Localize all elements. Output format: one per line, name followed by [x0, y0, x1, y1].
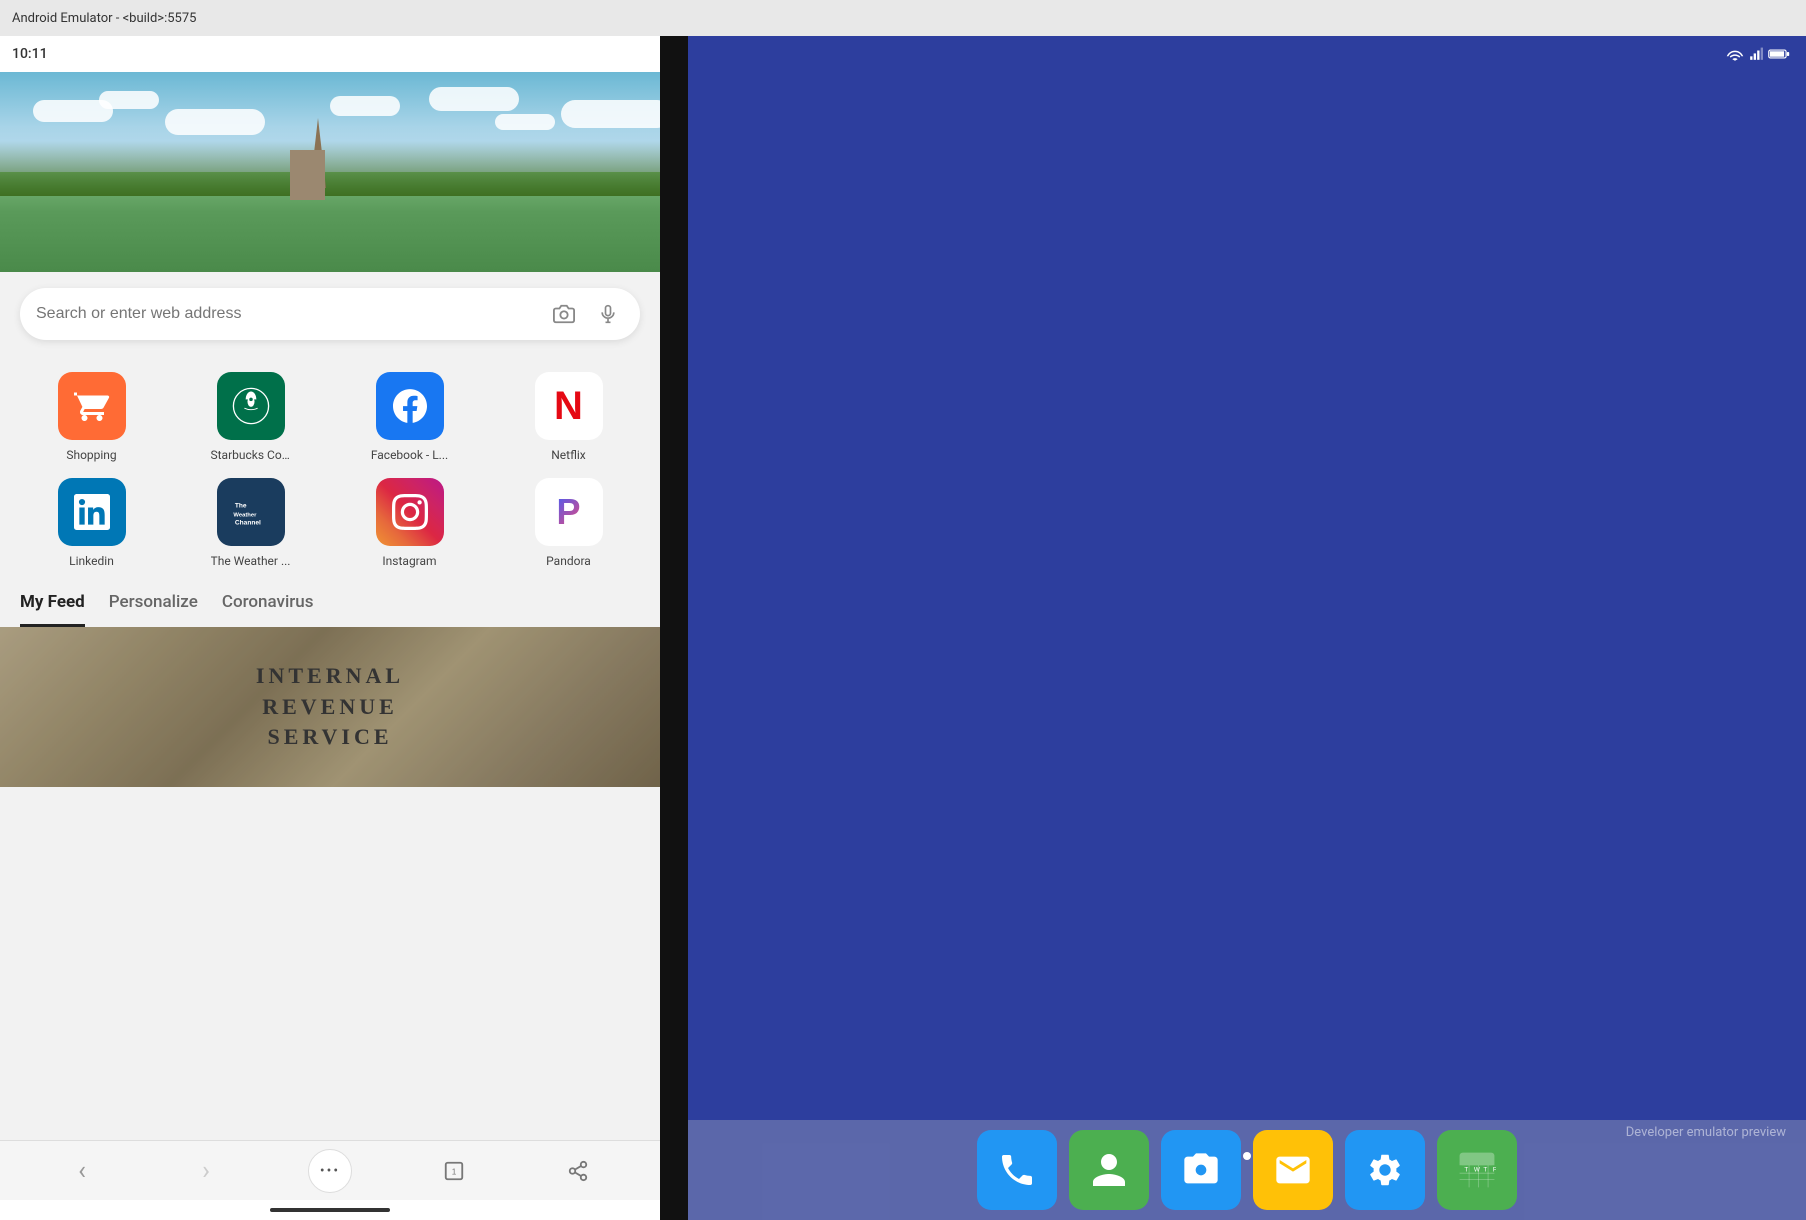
menu-dots-button[interactable]: ••• — [308, 1149, 352, 1193]
svg-text:Weather: Weather — [233, 512, 257, 518]
share-button[interactable] — [556, 1149, 600, 1193]
svg-text:The: The — [234, 503, 246, 510]
netflix-icon: N — [535, 372, 603, 440]
hero-image — [0, 72, 660, 272]
svg-text:F: F — [1493, 1167, 1496, 1174]
facebook-label: Facebook - L... — [371, 448, 448, 462]
taskbar-calendar[interactable]: T W T F — [1437, 1130, 1517, 1210]
tab-coronavirus[interactable]: Coronavirus — [222, 592, 314, 627]
quick-link-netflix[interactable]: N Netflix — [497, 372, 640, 462]
facebook-icon — [376, 372, 444, 440]
developer-preview-text: Developer emulator preview — [1626, 1125, 1786, 1140]
shopping-icon — [58, 372, 126, 440]
svg-text:1: 1 — [452, 1167, 457, 1176]
tab-personalize[interactable]: Personalize — [109, 592, 198, 627]
feed-tabs: My Feed Personalize Coronavirus — [0, 584, 660, 627]
browser-panel: 10:11 — [0, 36, 660, 1220]
android-status-bar — [688, 36, 1806, 72]
quick-links: Shopping — [0, 356, 660, 584]
browser-content[interactable]: Shopping — [0, 72, 660, 1140]
desktop-area — [688, 72, 1806, 1120]
search-bar-container — [0, 272, 660, 356]
tabs-button[interactable]: 1 — [432, 1149, 476, 1193]
forward-button[interactable]: › — [184, 1149, 228, 1193]
linkedin-label: Linkedin — [69, 554, 114, 568]
irs-text: INTERNAL REVENUE SERVICE — [256, 661, 404, 753]
quick-link-facebook[interactable]: Facebook - L... — [338, 372, 481, 462]
svg-text:Channel: Channel — [234, 519, 260, 526]
weather-label: The Weather ... — [211, 554, 291, 568]
quick-links-grid: Shopping — [20, 372, 640, 568]
dot-indicator — [1243, 1152, 1251, 1160]
svg-text:T: T — [1464, 1167, 1468, 1174]
home-indicator — [0, 1200, 660, 1220]
back-button[interactable]: ‹ — [60, 1149, 104, 1193]
taskbar-settings[interactable] — [1345, 1130, 1425, 1210]
quick-link-linkedin[interactable]: Linkedin — [20, 478, 163, 568]
quick-link-instagram[interactable]: Instagram — [338, 478, 481, 568]
camera-search-icon[interactable] — [548, 298, 580, 330]
search-input[interactable] — [36, 305, 536, 323]
svg-text:T: T — [1483, 1167, 1487, 1174]
starbucks-icon — [217, 372, 285, 440]
shopping-label: Shopping — [66, 448, 116, 462]
android-desktop: Developer emulator preview — [688, 36, 1806, 1220]
quick-link-shopping[interactable]: Shopping — [20, 372, 163, 462]
trees — [0, 141, 660, 196]
starbucks-label: Starbucks Co... — [211, 448, 291, 462]
taskbar-facetime[interactable] — [1069, 1130, 1149, 1210]
feed-image: INTERNAL REVENUE SERVICE — [0, 627, 660, 787]
tab-myfeed[interactable]: My Feed — [20, 592, 85, 627]
instagram-icon — [376, 478, 444, 546]
pandora-icon: P — [535, 478, 603, 546]
microphone-icon[interactable] — [592, 298, 624, 330]
svg-text:W: W — [1474, 1167, 1480, 1174]
feed-content: INTERNAL REVENUE SERVICE — [0, 627, 660, 807]
netflix-label: Netflix — [551, 448, 586, 462]
status-icons — [1726, 47, 1790, 61]
time-display: 10:11 — [12, 46, 48, 62]
linkedin-icon — [58, 478, 126, 546]
quick-link-pandora[interactable]: P Pandora — [497, 478, 640, 568]
status-bar: 10:11 — [0, 36, 660, 72]
title-bar-text: Android Emulator - <build>:5575 — [12, 11, 196, 26]
browser-nav: ‹ › ••• 1 — [0, 1140, 660, 1200]
quick-link-starbucks[interactable]: Starbucks Co... — [179, 372, 322, 462]
quick-link-weather[interactable]: The Weather Channel The Weather ... — [179, 478, 322, 568]
church-body — [290, 150, 325, 200]
instagram-label: Instagram — [382, 554, 436, 568]
search-bar[interactable] — [20, 288, 640, 340]
taskbar-phone[interactable] — [977, 1130, 1057, 1210]
taskbar-mail[interactable] — [1253, 1130, 1333, 1210]
panel-divider — [660, 36, 688, 1220]
taskbar-camera[interactable] — [1161, 1130, 1241, 1210]
weather-icon: The Weather Channel — [217, 478, 285, 546]
home-bar — [270, 1208, 390, 1212]
title-bar: Android Emulator - <build>:5575 — [0, 0, 1806, 36]
pandora-label: Pandora — [546, 554, 591, 568]
